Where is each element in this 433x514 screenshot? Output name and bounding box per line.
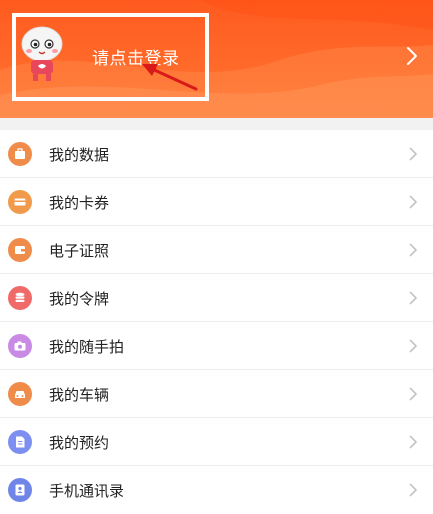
menu-item-my-coupons[interactable]: 我的卡券 bbox=[0, 178, 433, 226]
menu-item-snapshot[interactable]: 我的随手拍 bbox=[0, 322, 433, 370]
menu-item-my-tokens[interactable]: 我的令牌 bbox=[0, 274, 433, 322]
menu-item-label: 电子证照 bbox=[49, 242, 110, 260]
document-icon bbox=[8, 430, 32, 454]
chevron-right-icon bbox=[409, 387, 418, 401]
header-chevron-right-icon[interactable] bbox=[404, 45, 420, 67]
menu-item-label: 我的随手拍 bbox=[49, 338, 125, 356]
briefcase-icon bbox=[8, 142, 32, 166]
menu-item-my-data[interactable]: 我的数据 bbox=[0, 130, 433, 178]
menu-item-phone-contacts[interactable]: 手机通讯录 bbox=[0, 466, 433, 514]
menu-item-my-appointments[interactable]: 我的预约 bbox=[0, 418, 433, 466]
menu-item-label: 我的车辆 bbox=[49, 386, 110, 404]
menu-item-label: 手机通讯录 bbox=[49, 482, 125, 500]
car-icon bbox=[8, 382, 32, 406]
database-icon bbox=[8, 286, 32, 310]
chevron-right-icon bbox=[409, 435, 418, 449]
camera-icon bbox=[8, 334, 32, 358]
contacts-icon bbox=[8, 478, 32, 502]
chevron-right-icon bbox=[409, 483, 418, 497]
chevron-right-icon bbox=[409, 147, 418, 161]
chevron-right-icon bbox=[409, 195, 418, 209]
annotation-arrow bbox=[142, 64, 198, 91]
chevron-right-icon bbox=[409, 339, 418, 353]
menu-item-label: 我的令牌 bbox=[49, 290, 110, 308]
chevron-right-icon bbox=[409, 291, 418, 305]
profile-header[interactable]: 请点击登录 bbox=[0, 0, 433, 118]
menu-item-label: 我的卡券 bbox=[49, 194, 110, 212]
avatar-mascot-icon[interactable] bbox=[18, 24, 66, 84]
section-divider bbox=[0, 118, 433, 130]
menu-item-my-vehicles[interactable]: 我的车辆 bbox=[0, 370, 433, 418]
menu-list: 我的数据 我的卡券 电子证照 我的令牌 我的随手拍 我的车辆 我的预约 手机通讯… bbox=[0, 130, 433, 514]
wallet-icon bbox=[8, 238, 32, 262]
menu-item-label: 我的数据 bbox=[49, 146, 110, 164]
menu-item-label: 我的预约 bbox=[49, 434, 110, 452]
chevron-right-icon bbox=[409, 243, 418, 257]
card-icon bbox=[8, 190, 32, 214]
menu-item-e-certificates[interactable]: 电子证照 bbox=[0, 226, 433, 274]
